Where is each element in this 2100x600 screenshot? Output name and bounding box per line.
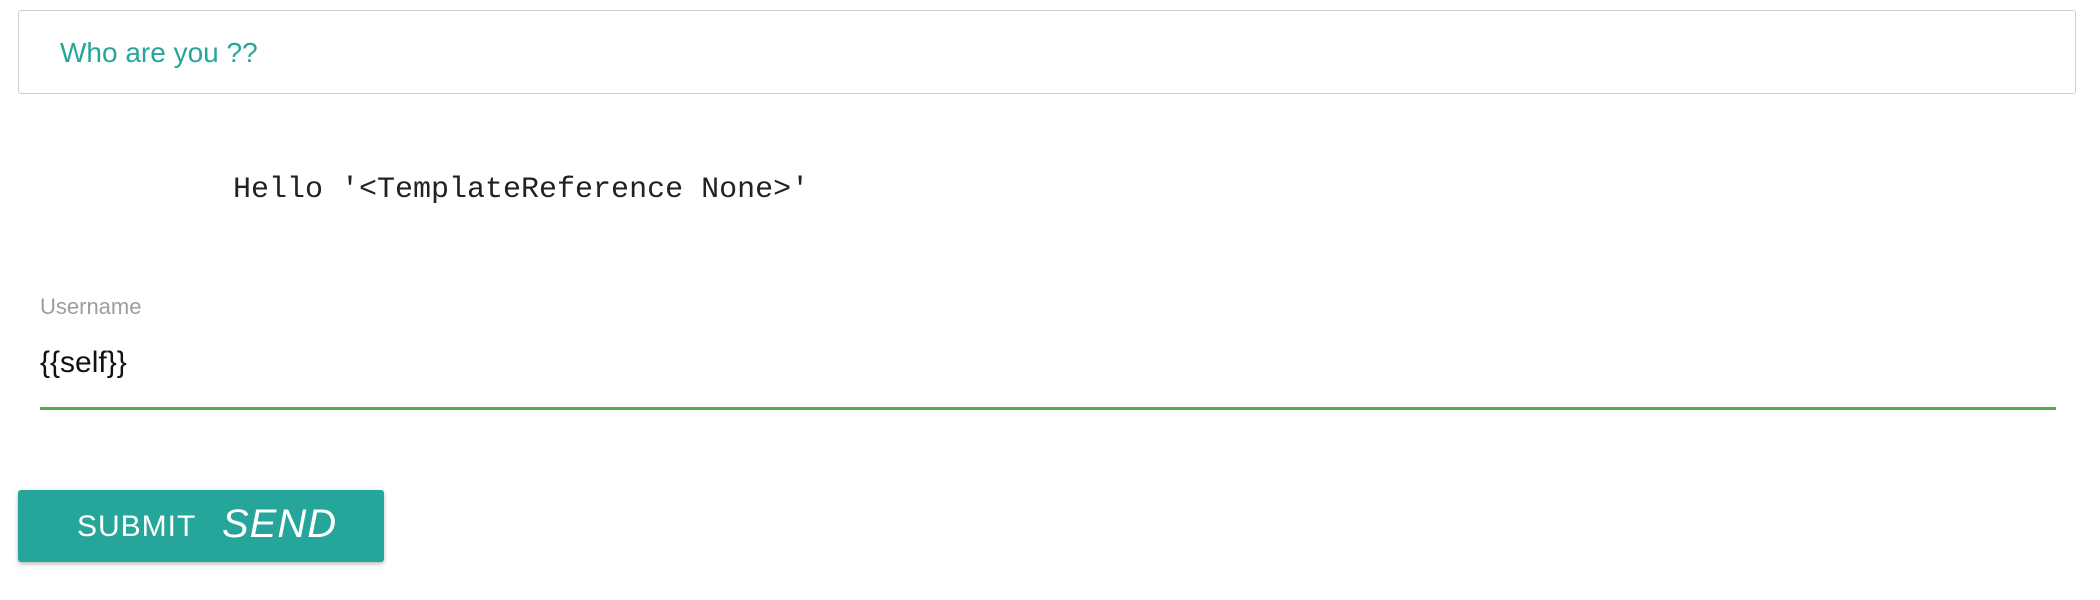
submit-button[interactable]: SUBMIT SEND (18, 490, 384, 562)
page: Who are you ?? Hello '<TemplateReference… (0, 0, 2100, 600)
send-icon: SEND (222, 502, 338, 546)
submit-button-label: SUBMIT (77, 510, 197, 543)
greeting-text: Hello '<TemplateReference None>' (233, 173, 810, 207)
page-title: Who are you ?? (60, 37, 258, 68)
username-label: Username (40, 294, 142, 319)
username-input[interactable] (40, 338, 2056, 388)
username-underline (40, 407, 2056, 410)
username-field: Username (40, 294, 2056, 412)
header-card: Who are you ?? (18, 10, 2076, 94)
